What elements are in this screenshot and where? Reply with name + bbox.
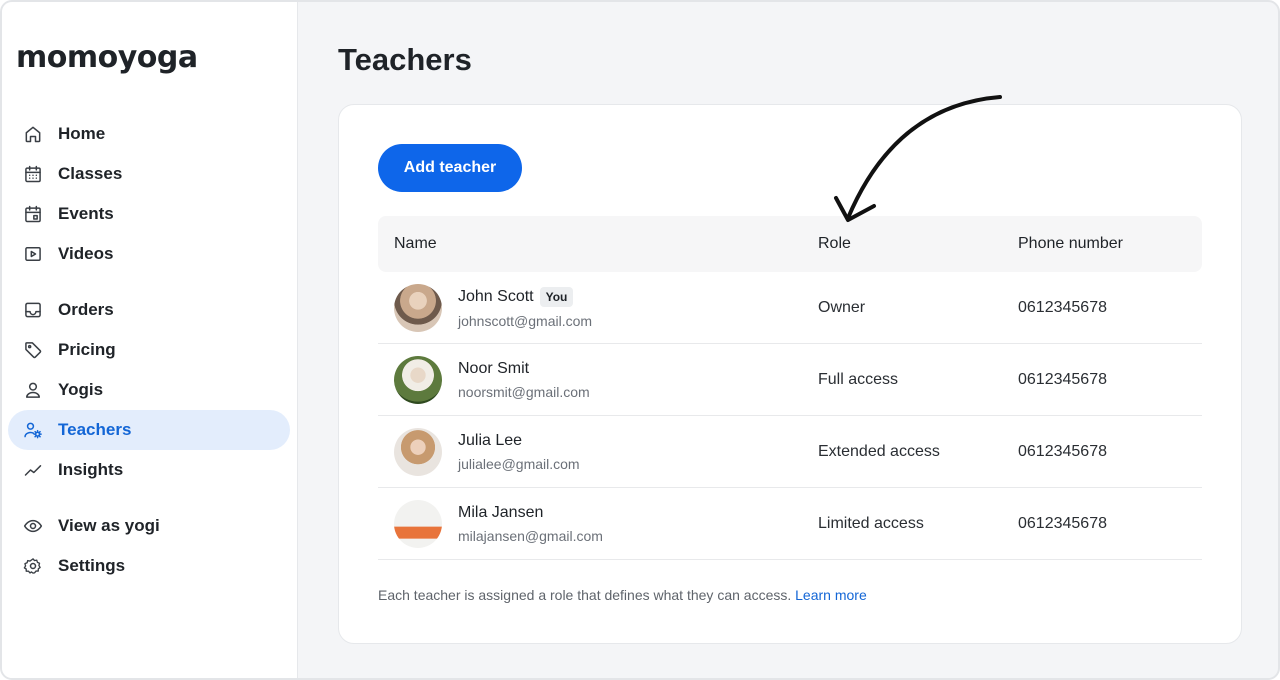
teacher-name: Mila Jansen xyxy=(458,503,544,521)
page-title: Teachers xyxy=(338,42,472,77)
avatar xyxy=(394,283,442,332)
home-icon xyxy=(22,123,44,145)
teacher-phone: 0612345678 xyxy=(1018,514,1107,532)
sidebar-item-view-as-yogi[interactable]: View as yogi xyxy=(8,506,290,546)
avatar xyxy=(394,427,442,476)
sidebar-item-teachers[interactable]: Teachers xyxy=(8,410,290,450)
sidebar-item-label: Settings xyxy=(58,556,126,575)
sidebar-item-events[interactable]: Events xyxy=(8,194,290,234)
table-header: Name Role Phone number xyxy=(378,216,1202,272)
sidebar-item-label: Home xyxy=(58,124,106,143)
table-row[interactable]: Mila Jansen milajansen@gmail.com Limited… xyxy=(378,488,1202,560)
teacher-name: John Scott xyxy=(458,287,534,305)
table-row[interactable]: Noor Smit noorsmit@gmail.com Full access… xyxy=(378,344,1202,416)
sidebar-item-pricing[interactable]: Pricing xyxy=(8,330,290,370)
teacher-role: Owner xyxy=(818,298,866,316)
teacher-phone: 0612345678 xyxy=(1018,298,1107,316)
teacher-role: Full access xyxy=(818,370,899,388)
sidebar-item-label: Insights xyxy=(58,460,124,479)
table-row[interactable]: Julia Lee julialee@gmail.com Extended ac… xyxy=(378,416,1202,488)
teacher-email: johnscott@gmail.com xyxy=(458,312,593,329)
eye-icon xyxy=(22,515,44,537)
sidebar-nav: Home Classes Events Videos Orders Pricin… xyxy=(8,114,290,586)
teacher-name: Noor Smit xyxy=(458,359,530,377)
teacher-email: milajansen@gmail.com xyxy=(458,527,603,544)
teacher-name: Julia Lee xyxy=(458,431,523,449)
avatar xyxy=(394,355,442,404)
trend-icon xyxy=(22,459,44,481)
avatar xyxy=(394,499,442,548)
teachers-card: Add teacher Name Role Phone number John … xyxy=(338,104,1242,644)
column-header-role: Role xyxy=(818,235,851,252)
video-icon xyxy=(22,243,44,265)
sidebar-item-orders[interactable]: Orders xyxy=(8,290,290,330)
sidebar-item-label: Orders xyxy=(58,300,114,319)
logo[interactable]: momoyoga xyxy=(16,40,198,75)
sidebar-item-label: Classes xyxy=(58,164,123,183)
teacher-phone: 0612345678 xyxy=(1018,370,1107,388)
calendar-grid-icon xyxy=(22,163,44,185)
column-header-phone: Phone number xyxy=(1018,235,1123,252)
sidebar-item-insights[interactable]: Insights xyxy=(8,450,290,490)
inbox-icon xyxy=(22,299,44,321)
column-header-name: Name xyxy=(394,235,437,252)
tag-icon xyxy=(22,339,44,361)
sidebar-item-home[interactable]: Home xyxy=(8,114,290,154)
teacher-cell: John Scott You johnscott@gmail.com xyxy=(378,283,818,332)
add-teacher-button[interactable]: Add teacher xyxy=(378,144,522,192)
sidebar-item-label: Events xyxy=(58,204,114,223)
roles-footnote: Each teacher is assigned a role that def… xyxy=(378,587,867,603)
sidebar-item-label: View as yogi xyxy=(58,516,160,535)
teacher-cell: Mila Jansen milajansen@gmail.com xyxy=(378,499,818,548)
annotation-arrow-icon xyxy=(834,95,1002,222)
teachers-table: Name Role Phone number John Scott You jo… xyxy=(378,216,1202,560)
sidebar-item-label: Pricing xyxy=(58,340,116,359)
sidebar-item-settings[interactable]: Settings xyxy=(8,546,290,586)
sidebar-item-videos[interactable]: Videos xyxy=(8,234,290,274)
teacher-email: julialee@gmail.com xyxy=(458,455,580,472)
calendar-event-icon xyxy=(22,203,44,225)
teacher-role: Limited access xyxy=(818,514,924,532)
sidebar-item-classes[interactable]: Classes xyxy=(8,154,290,194)
table-row[interactable]: John Scott You johnscott@gmail.com Owner… xyxy=(378,272,1202,344)
learn-more-link[interactable]: Learn more xyxy=(795,587,867,603)
sidebar-item-yogis[interactable]: Yogis xyxy=(8,370,290,410)
nav-separator xyxy=(8,490,290,506)
gear-icon xyxy=(22,555,44,577)
footnote-text: Each teacher is assigned a role that def… xyxy=(378,587,792,603)
app-window: momoyoga Home Classes Events Videos Orde… xyxy=(0,0,1280,680)
user-gear-icon xyxy=(22,419,44,441)
teacher-phone: 0612345678 xyxy=(1018,442,1107,460)
sidebar: momoyoga Home Classes Events Videos Orde… xyxy=(2,2,298,678)
you-badge: You xyxy=(539,286,574,307)
teacher-role: Extended access xyxy=(818,442,940,460)
sidebar-item-label: Yogis xyxy=(58,380,104,399)
teacher-cell: Noor Smit noorsmit@gmail.com xyxy=(378,355,818,404)
teacher-email: noorsmit@gmail.com xyxy=(458,383,590,400)
user-icon xyxy=(22,379,44,401)
sidebar-item-label: Videos xyxy=(58,244,114,263)
teacher-cell: Julia Lee julialee@gmail.com xyxy=(378,427,818,476)
sidebar-item-label: Teachers xyxy=(58,420,132,439)
nav-separator xyxy=(8,274,290,290)
